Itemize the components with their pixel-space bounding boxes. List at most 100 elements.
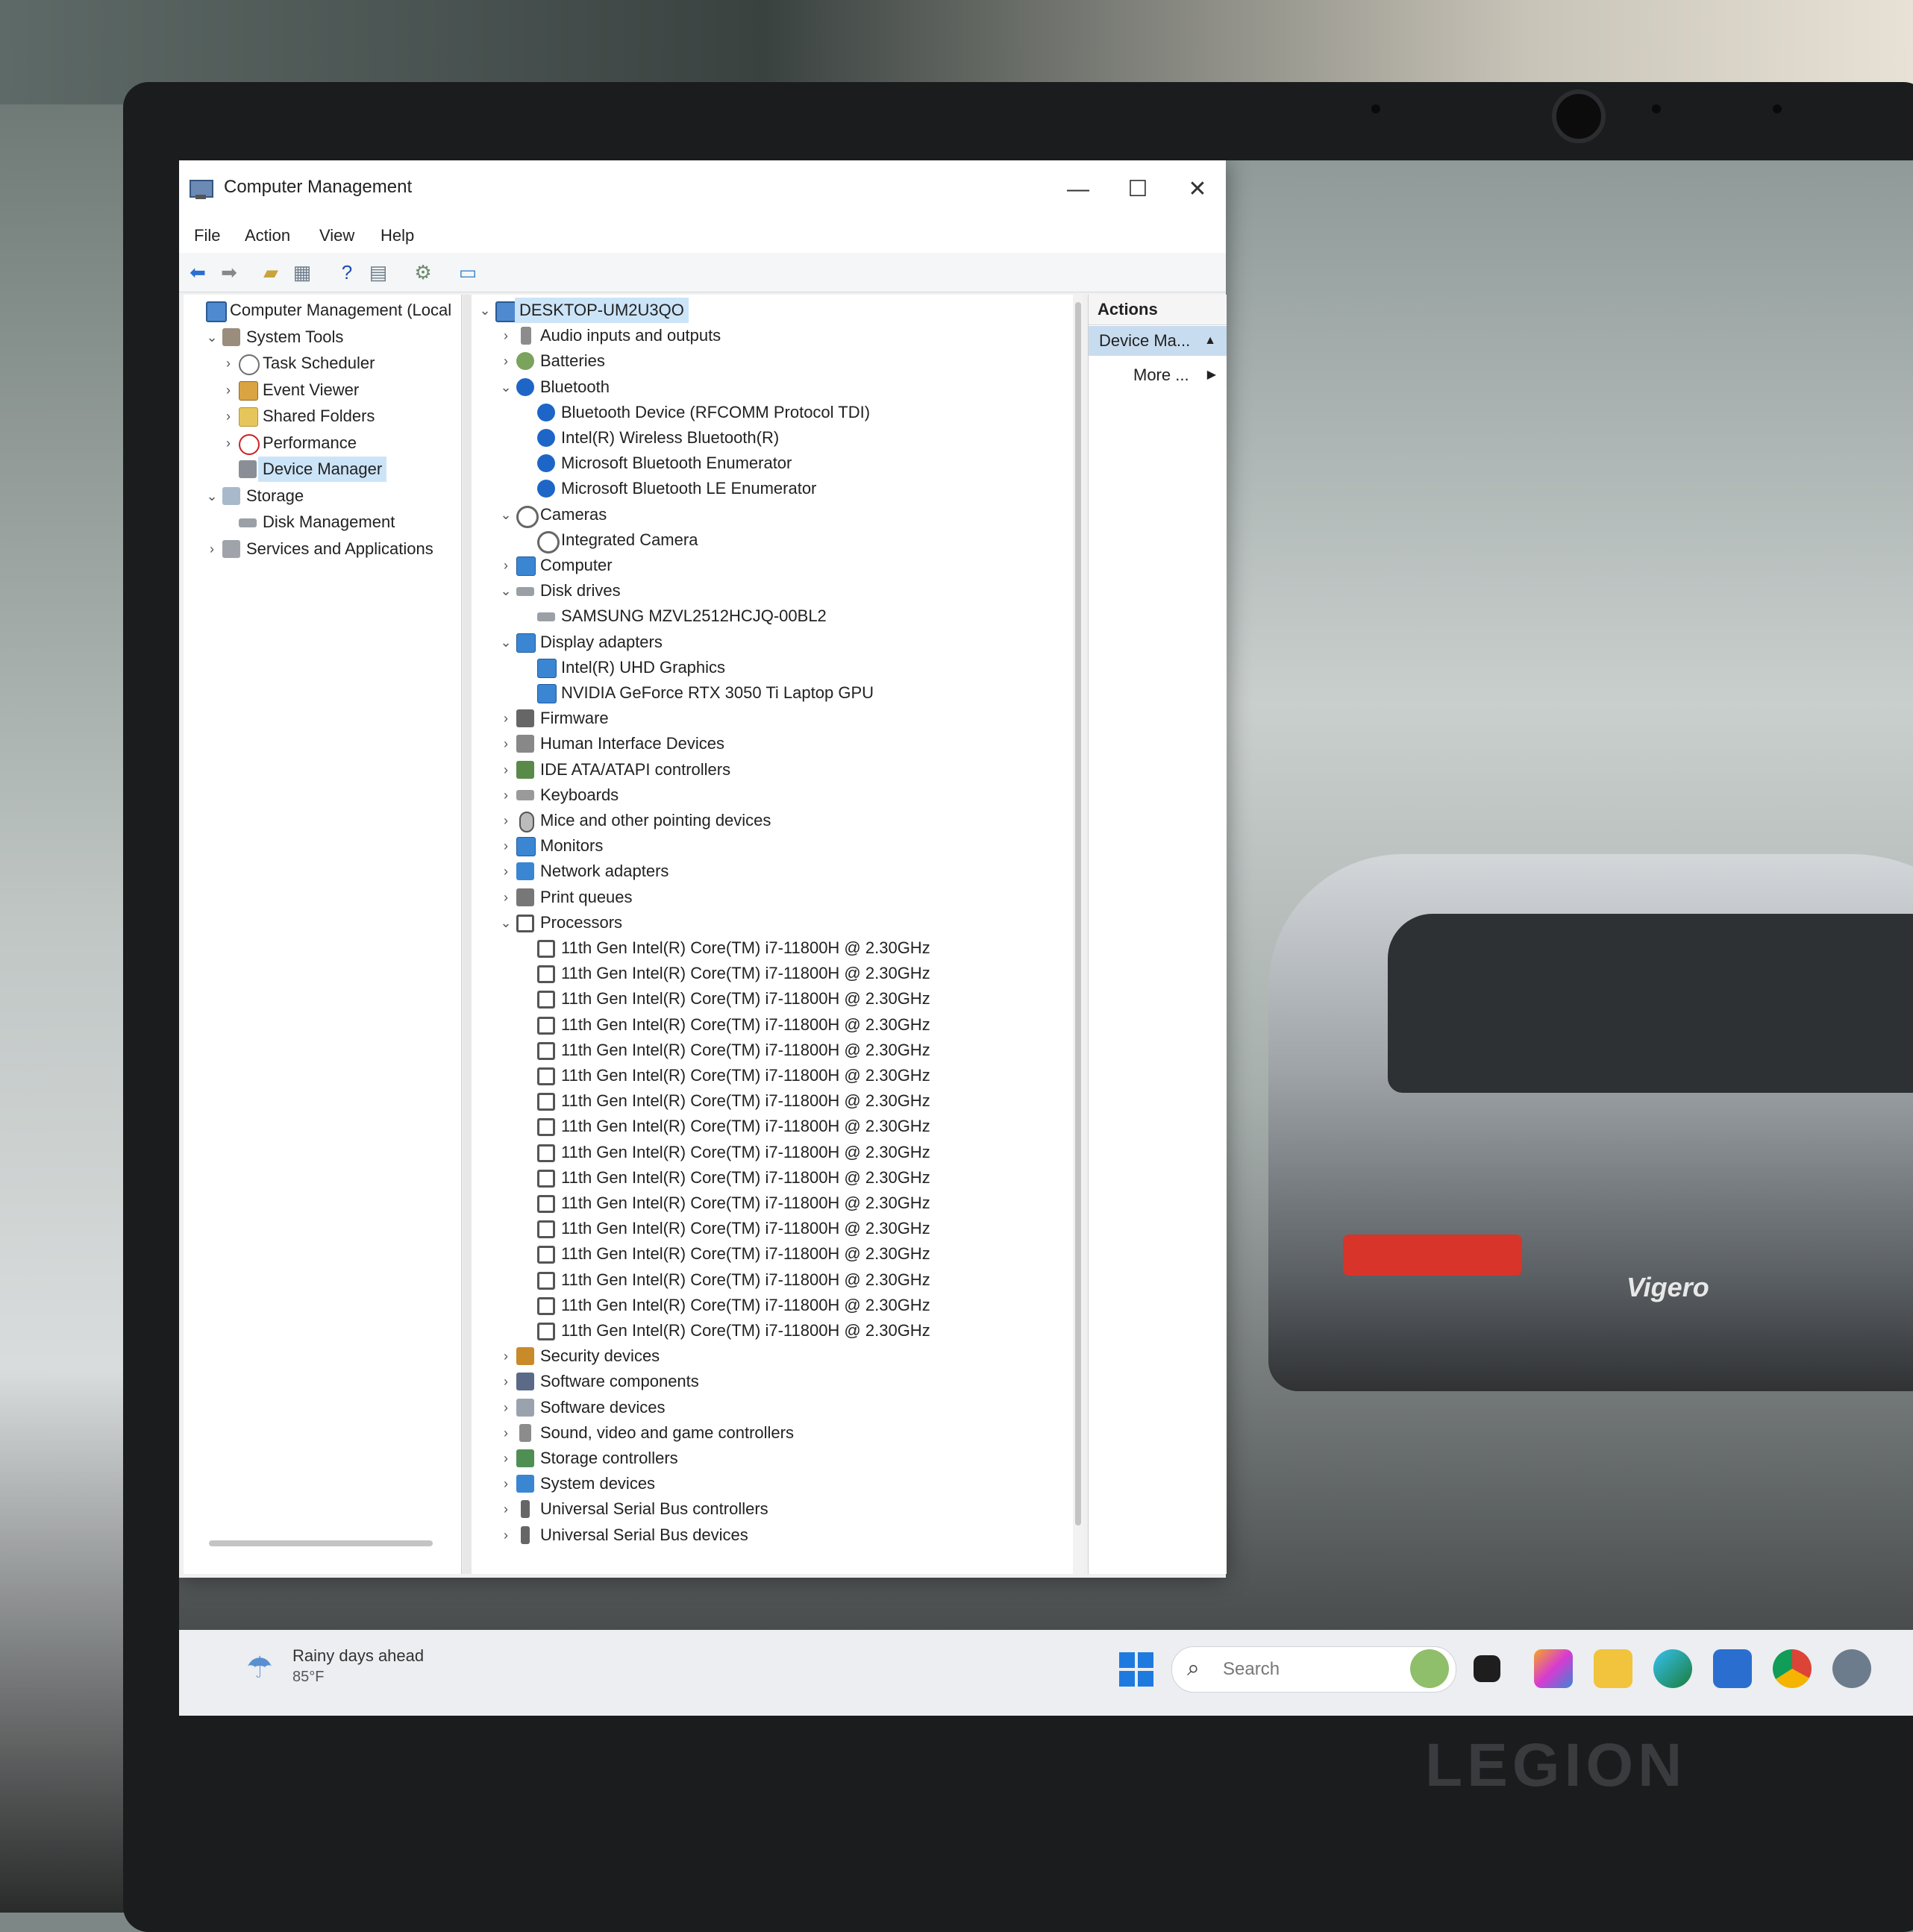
device-tree-item[interactable]: › Human Interface Devices — [498, 731, 1065, 756]
device-tree-item[interactable]: › System devices — [498, 1471, 1065, 1496]
device-tree-item[interactable]: ⌄ Disk drives — [498, 578, 1065, 603]
weather-title[interactable]: Rainy days ahead — [292, 1646, 424, 1666]
task-view-icon[interactable] — [1474, 1655, 1500, 1682]
maximize-button[interactable]: ☐ — [1112, 171, 1164, 208]
widgets-icon[interactable] — [1410, 1649, 1449, 1688]
device-tree-item[interactable]: Integrated Camera — [519, 527, 1086, 553]
device-tree-item[interactable]: › Software components — [498, 1369, 1065, 1394]
forward-arrow-icon[interactable]: ➡ — [218, 262, 240, 283]
actions-more-item[interactable]: More ... ▶ — [1089, 360, 1227, 390]
device-tree-item[interactable]: Microsoft Bluetooth Enumerator — [519, 451, 1086, 476]
chevron-right-icon[interactable]: › — [498, 1446, 513, 1471]
device-tree-item[interactable]: › Batteries — [498, 348, 1065, 374]
title-bar[interactable]: Computer Management — ☐ ✕ — [179, 160, 1226, 219]
device-tree-item[interactable]: SAMSUNG MZVL2512HCJQ-00BL2 — [519, 603, 1086, 629]
chevron-right-icon[interactable]: › — [221, 430, 236, 456]
device-tree-item[interactable]: › Universal Serial Bus devices — [498, 1522, 1065, 1548]
monitor-icon[interactable]: ▭ — [457, 262, 479, 283]
chevron-right-icon[interactable]: › — [498, 706, 513, 731]
device-tree-item[interactable]: 11th Gen Intel(R) Core(TM) i7-11800H @ 2… — [519, 1063, 1086, 1088]
chevron-right-icon[interactable]: › — [498, 808, 513, 833]
scan-hardware-icon[interactable]: ⚙ — [412, 262, 434, 283]
device-tree-item[interactable]: › Network adapters — [498, 859, 1065, 884]
device-tree-item[interactable]: › Security devices — [498, 1343, 1065, 1369]
chevron-right-icon[interactable]: › — [498, 1522, 513, 1548]
chevron-right-icon[interactable]: › — [498, 782, 513, 808]
start-icon[interactable] — [1119, 1652, 1153, 1687]
menu-action[interactable]: Action — [245, 226, 290, 245]
device-tree-item[interactable]: › Software devices — [498, 1395, 1065, 1420]
device-tree-item[interactable]: 11th Gen Intel(R) Core(TM) i7-11800H @ 2… — [519, 1267, 1086, 1293]
device-tree-item[interactable]: Intel(R) UHD Graphics — [519, 655, 1086, 680]
device-tree-item[interactable]: 11th Gen Intel(R) Core(TM) i7-11800H @ 2… — [519, 1318, 1086, 1343]
device-tree-item[interactable]: 11th Gen Intel(R) Core(TM) i7-11800H @ 2… — [519, 1038, 1086, 1063]
device-tree-item[interactable]: Bluetooth Device (RFCOMM Protocol TDI) — [519, 400, 1086, 425]
device-tree-item[interactable]: › Sound, video and game controllers — [498, 1420, 1065, 1446]
chevron-down-icon[interactable]: ⌄ — [478, 298, 492, 323]
device-tree-item[interactable]: 11th Gen Intel(R) Core(TM) i7-11800H @ 2… — [519, 1191, 1086, 1216]
device-tree-item[interactable]: 11th Gen Intel(R) Core(TM) i7-11800H @ 2… — [519, 935, 1086, 961]
device-tree-item[interactable]: › Keyboards — [498, 782, 1065, 808]
device-tree-item[interactable]: › Monitors — [498, 833, 1065, 859]
chrome-icon[interactable] — [1773, 1649, 1812, 1688]
chevron-right-icon[interactable]: › — [204, 536, 219, 562]
help-icon[interactable]: ? — [336, 262, 358, 283]
weather-temperature[interactable]: 85°F — [292, 1669, 324, 1686]
device-tree-item[interactable]: 11th Gen Intel(R) Core(TM) i7-11800H @ 2… — [519, 986, 1086, 1012]
chevron-right-icon[interactable]: › — [498, 757, 513, 782]
chevron-down-icon[interactable]: ⌄ — [498, 578, 513, 603]
device-tree-item[interactable]: › Print queues — [498, 885, 1065, 910]
chevron-right-icon[interactable]: › — [498, 1471, 513, 1496]
device-tree-item[interactable]: › Universal Serial Bus controllers — [498, 1496, 1065, 1522]
device-tree-item[interactable]: › Storage controllers — [498, 1446, 1065, 1471]
chevron-down-icon[interactable]: ⌄ — [498, 502, 513, 527]
chevron-right-icon[interactable]: › — [221, 404, 236, 429]
chevron-right-icon[interactable]: › — [498, 833, 513, 859]
device-tree-item[interactable]: 11th Gen Intel(R) Core(TM) i7-11800H @ 2… — [519, 1140, 1086, 1165]
weather-umbrella-icon[interactable]: ☂ — [246, 1651, 273, 1685]
chevron-down-icon[interactable]: ⌄ — [204, 324, 219, 350]
chevron-right-icon[interactable]: › — [498, 1395, 513, 1420]
device-tree-item[interactable]: › Audio inputs and outputs — [498, 323, 1065, 348]
chevron-right-icon[interactable]: › — [498, 1343, 513, 1369]
device-tree-scrollbar[interactable] — [1073, 295, 1083, 1574]
pane-splitter[interactable] — [463, 295, 472, 1574]
chevron-right-icon[interactable]: › — [498, 323, 513, 348]
show-hide-tree-icon[interactable]: ▦ — [291, 262, 313, 283]
device-tree-item[interactable]: 11th Gen Intel(R) Core(TM) i7-11800H @ 2… — [519, 1165, 1086, 1191]
device-tree-item[interactable]: 11th Gen Intel(R) Core(TM) i7-11800H @ 2… — [519, 1088, 1086, 1114]
chevron-right-icon[interactable]: › — [498, 1496, 513, 1522]
device-tree-item[interactable]: › Computer — [498, 553, 1065, 578]
device-tree-item[interactable]: 11th Gen Intel(R) Core(TM) i7-11800H @ 2… — [519, 1241, 1086, 1267]
properties-icon[interactable]: ▤ — [367, 262, 389, 283]
chevron-right-icon[interactable]: › — [498, 553, 513, 578]
chevron-down-icon[interactable]: ⌄ — [498, 910, 513, 935]
device-tree-item[interactable]: 11th Gen Intel(R) Core(TM) i7-11800H @ 2… — [519, 1012, 1086, 1038]
minimize-button[interactable]: — — [1052, 171, 1104, 208]
device-tree-item[interactable]: 11th Gen Intel(R) Core(TM) i7-11800H @ 2… — [519, 1114, 1086, 1139]
menu-view[interactable]: View — [319, 226, 354, 245]
device-tree-item[interactable]: Intel(R) Wireless Bluetooth(R) — [519, 425, 1086, 451]
menu-help[interactable]: Help — [381, 226, 414, 245]
device-tree-item[interactable]: ⌄ Bluetooth — [498, 374, 1065, 400]
chevron-right-icon[interactable]: › — [498, 1420, 513, 1446]
device-tree-item[interactable]: ⌄ DESKTOP-UM2U3QO — [478, 298, 1045, 323]
device-tree-item[interactable]: NVIDIA GeForce RTX 3050 Ti Laptop GPU — [519, 680, 1086, 706]
back-arrow-icon[interactable]: ⬅ — [187, 262, 209, 283]
console-tree-hscrollbar[interactable] — [209, 1540, 433, 1546]
chevron-down-icon[interactable]: ⌄ — [204, 483, 219, 509]
device-tree-item[interactable]: › Mice and other pointing devices — [498, 808, 1065, 833]
actions-section-device-manager[interactable]: Device Ma... ▲ — [1089, 326, 1227, 356]
menu-file[interactable]: File — [194, 226, 220, 245]
chevron-right-icon[interactable]: › — [221, 377, 236, 403]
store-icon[interactable] — [1713, 1649, 1752, 1688]
device-tree-item[interactable]: › Firmware — [498, 706, 1065, 731]
chevron-right-icon[interactable]: › — [498, 1369, 513, 1394]
edge-icon[interactable] — [1653, 1649, 1692, 1688]
device-tree-item[interactable]: 11th Gen Intel(R) Core(TM) i7-11800H @ 2… — [519, 1216, 1086, 1241]
device-tree-item[interactable]: › IDE ATA/ATAPI controllers — [498, 757, 1065, 782]
device-tree-item[interactable]: ⌄ Display adapters — [498, 630, 1065, 655]
chevron-down-icon[interactable]: ⌄ — [498, 374, 513, 400]
chevron-right-icon[interactable]: › — [498, 885, 513, 910]
device-tree-item[interactable]: ⌄ Processors — [498, 910, 1065, 935]
